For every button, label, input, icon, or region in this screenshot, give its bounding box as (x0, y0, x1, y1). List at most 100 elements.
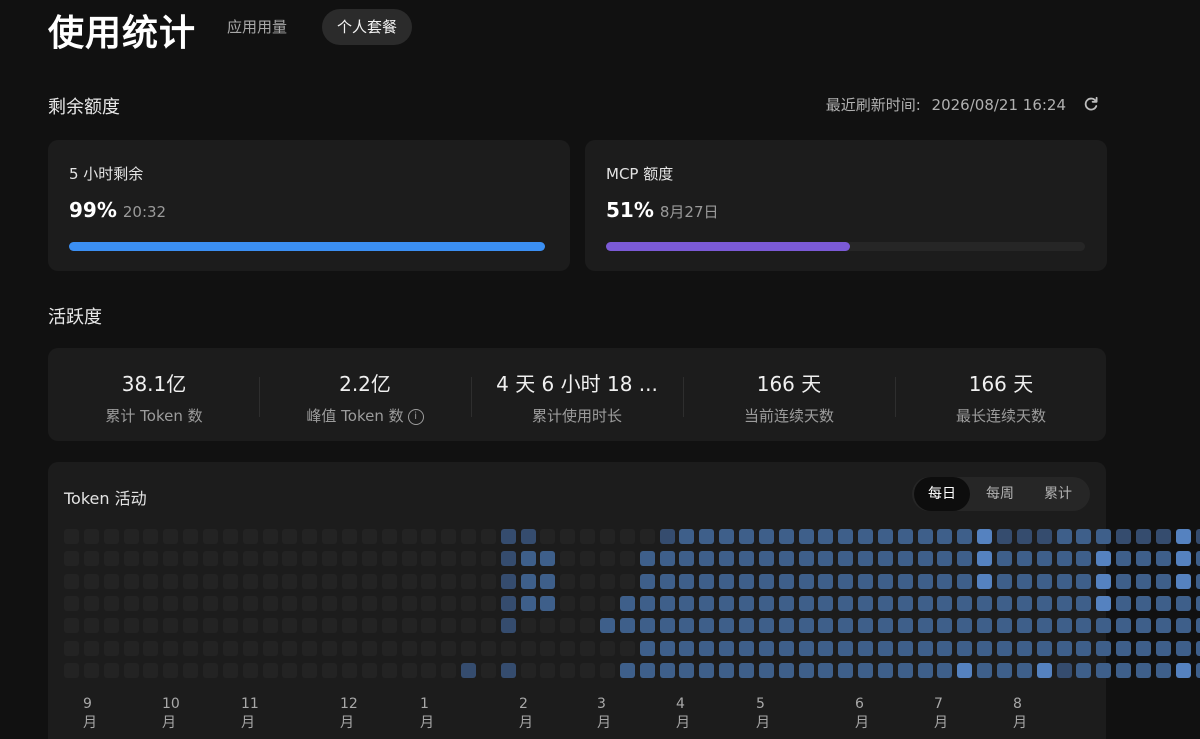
heatmap-cell[interactable] (877, 662, 893, 678)
heatmap-cell[interactable] (1076, 551, 1092, 567)
heatmap-cell[interactable] (897, 640, 913, 656)
heatmap-cell[interactable] (738, 573, 754, 589)
heatmap-cell[interactable] (1096, 573, 1112, 589)
heatmap-cell[interactable] (322, 640, 338, 656)
heatmap-cell[interactable] (838, 618, 854, 634)
heatmap-cell[interactable] (401, 618, 417, 634)
heatmap-cell[interactable] (1195, 595, 1200, 611)
heatmap-cell[interactable] (203, 595, 218, 611)
heatmap-cell[interactable] (1016, 551, 1032, 567)
heatmap-cell[interactable] (719, 640, 735, 656)
heatmap-cell[interactable] (163, 662, 179, 678)
heatmap-cell[interactable] (719, 662, 735, 678)
heatmap-cell[interactable] (639, 573, 655, 589)
heatmap-cell[interactable] (322, 529, 338, 544)
heatmap-cell[interactable] (738, 551, 754, 567)
heatmap-cell[interactable] (341, 618, 357, 634)
heatmap-cell[interactable] (1175, 618, 1191, 634)
heatmap-cell[interactable] (1036, 595, 1052, 611)
heatmap-cell[interactable] (361, 573, 377, 589)
heatmap-cell[interactable] (461, 618, 476, 634)
heatmap-cell[interactable] (500, 618, 516, 634)
heatmap-cell[interactable] (163, 573, 179, 589)
heatmap-cell[interactable] (480, 529, 496, 544)
heatmap-cell[interactable] (540, 640, 556, 656)
heatmap-cell[interactable] (163, 529, 179, 544)
heatmap-cell[interactable] (1056, 573, 1072, 589)
heatmap-cell[interactable] (778, 551, 794, 567)
heatmap-cell[interactable] (143, 662, 159, 678)
heatmap-cell[interactable] (778, 618, 794, 634)
heatmap-cell[interactable] (222, 551, 238, 567)
heatmap-cell[interactable] (361, 662, 377, 678)
heatmap-cell[interactable] (540, 662, 556, 678)
heatmap-cell[interactable] (520, 662, 536, 678)
heatmap-cell[interactable] (1195, 662, 1200, 678)
heatmap-cell[interactable] (778, 640, 794, 656)
heatmap-cell[interactable] (1076, 618, 1092, 634)
heatmap-cell[interactable] (997, 573, 1012, 589)
heatmap-cell[interactable] (262, 595, 278, 611)
heatmap-cell[interactable] (1135, 595, 1151, 611)
heatmap-cell[interactable] (1056, 640, 1072, 656)
heatmap-cell[interactable] (619, 551, 635, 567)
heatmap-cell[interactable] (580, 573, 596, 589)
heatmap-cell[interactable] (977, 595, 993, 611)
heatmap-cell[interactable] (143, 640, 159, 656)
heatmap-cell[interactable] (302, 529, 318, 544)
heatmap-cell[interactable] (183, 551, 199, 567)
heatmap-cell[interactable] (123, 551, 139, 567)
heatmap-cell[interactable] (917, 662, 933, 678)
heatmap-cell[interactable] (719, 618, 735, 634)
heatmap-cell[interactable] (897, 662, 913, 678)
heatmap-cell[interactable] (1016, 640, 1032, 656)
heatmap-cell[interactable] (858, 640, 873, 656)
heatmap-cell[interactable] (222, 595, 238, 611)
heatmap-cell[interactable] (639, 618, 655, 634)
heatmap-cell[interactable] (381, 529, 397, 544)
heatmap-cell[interactable] (322, 662, 338, 678)
heatmap-cell[interactable] (500, 529, 516, 544)
heatmap-cell[interactable] (381, 573, 397, 589)
heatmap-cell[interactable] (341, 595, 357, 611)
heatmap-cell[interactable] (897, 618, 913, 634)
heatmap-cell[interactable] (639, 640, 655, 656)
heatmap-cell[interactable] (937, 529, 953, 544)
heatmap-cell[interactable] (699, 551, 715, 567)
heatmap-cell[interactable] (1116, 573, 1132, 589)
heatmap-cell[interactable] (361, 595, 377, 611)
heatmap-cell[interactable] (838, 595, 854, 611)
heatmap-cell[interactable] (1135, 662, 1151, 678)
heatmap-cell[interactable] (738, 662, 754, 678)
heatmap-cell[interactable] (858, 618, 873, 634)
heatmap-cell[interactable] (798, 662, 814, 678)
heatmap-cell[interactable] (500, 551, 516, 567)
heatmap-cell[interactable] (560, 662, 576, 678)
heatmap-cell[interactable] (480, 573, 496, 589)
heatmap-cell[interactable] (361, 640, 377, 656)
heatmap-cell[interactable] (798, 640, 814, 656)
heatmap-cell[interactable] (222, 640, 238, 656)
heatmap-cell[interactable] (421, 640, 437, 656)
heatmap-cell[interactable] (798, 551, 814, 567)
heatmap-cell[interactable] (103, 595, 119, 611)
heatmap-cell[interactable] (1135, 551, 1151, 567)
heatmap-cell[interactable] (1096, 618, 1112, 634)
heatmap-cell[interactable] (123, 595, 139, 611)
heatmap-cell[interactable] (1135, 640, 1151, 656)
heatmap-cell[interactable] (83, 529, 99, 544)
heatmap-cell[interactable] (1016, 595, 1032, 611)
heatmap-cell[interactable] (679, 640, 695, 656)
heatmap-cell[interactable] (1155, 573, 1171, 589)
heatmap-cell[interactable] (203, 640, 218, 656)
heatmap-cell[interactable] (441, 662, 457, 678)
heatmap-cell[interactable] (699, 618, 715, 634)
heatmap-cell[interactable] (1116, 640, 1132, 656)
heatmap-cell[interactable] (282, 573, 298, 589)
heatmap-cell[interactable] (540, 595, 556, 611)
heatmap-cell[interactable] (381, 595, 397, 611)
heatmap-cell[interactable] (818, 618, 834, 634)
heatmap-cell[interactable] (738, 618, 754, 634)
heatmap-cell[interactable] (401, 595, 417, 611)
heatmap-cell[interactable] (64, 640, 79, 656)
